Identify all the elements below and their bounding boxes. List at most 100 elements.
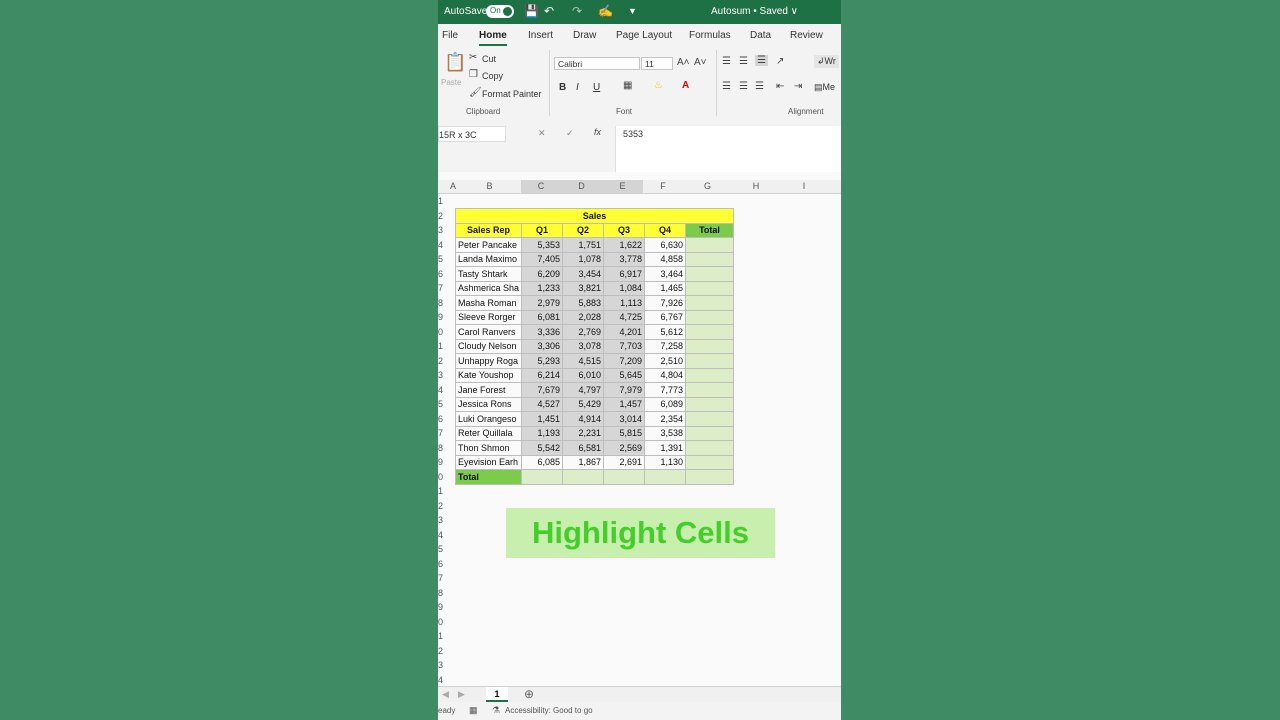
quarter-value-cell[interactable]: 5,542	[521, 440, 563, 456]
sales-rep-cell[interactable]: Sleeve Rorger	[455, 309, 522, 325]
quarter-value-cell[interactable]: 2,231	[562, 425, 604, 441]
row-header[interactable]: 4	[438, 383, 443, 398]
tab-formulas[interactable]: Formulas	[689, 30, 731, 41]
row-header[interactable]: 4	[438, 528, 443, 543]
sales-table[interactable]: Sales Sales Rep Q1 Q2 Q3 Q4 Total Peter …	[455, 208, 734, 485]
quarter-value-cell[interactable]: 2,510	[644, 353, 686, 369]
quarter-value-cell[interactable]: 7,258	[644, 338, 686, 354]
quarter-value-cell[interactable]: 3,336	[521, 324, 563, 340]
save-icon[interactable]: 💾	[524, 4, 539, 18]
quarter-value-cell[interactable]: 5,883	[562, 295, 604, 311]
column-header-f[interactable]: F	[643, 181, 683, 191]
customize-toolbar-icon[interactable]: ▼	[628, 6, 637, 16]
total-cell[interactable]	[685, 280, 734, 296]
add-sheet-icon[interactable]: ⊕	[524, 687, 534, 701]
total-cell[interactable]	[685, 295, 734, 311]
total-cell[interactable]	[685, 237, 734, 253]
align-bottom-icon[interactable]: ☰	[755, 55, 768, 66]
cut-button[interactable]: Cut	[482, 54, 496, 64]
column-header-d[interactable]: D	[561, 180, 602, 193]
quarter-value-cell[interactable]: 1,751	[562, 237, 604, 253]
total-cell[interactable]	[685, 382, 734, 398]
enter-icon[interactable]: ✓	[566, 128, 574, 139]
quarter-value-cell[interactable]: 1,622	[603, 237, 645, 253]
italic-button[interactable]: I	[576, 82, 579, 93]
total-cell[interactable]	[685, 338, 734, 354]
row-header[interactable]: 5	[438, 397, 443, 412]
quarter-value-cell[interactable]: 6,767	[644, 309, 686, 325]
quarter-value-cell[interactable]: 7,209	[603, 353, 645, 369]
increase-indent-icon[interactable]: ⇥	[794, 81, 802, 92]
quarter-value-cell[interactable]: 2,354	[644, 411, 686, 427]
sales-rep-cell[interactable]: Peter Pancake	[455, 237, 522, 253]
tab-insert[interactable]: Insert	[528, 30, 553, 41]
bold-button[interactable]: B	[559, 82, 566, 93]
quarter-value-cell[interactable]: 6,214	[521, 367, 563, 383]
quarter-value-cell[interactable]: 1,130	[644, 454, 686, 470]
quarter-value-cell[interactable]: 3,014	[603, 411, 645, 427]
total-cell[interactable]	[685, 440, 734, 456]
copy-icon[interactable]: ❐	[469, 69, 478, 80]
insert-function-icon[interactable]: fx	[594, 127, 601, 137]
column-header-b[interactable]: B	[458, 181, 521, 191]
row-header[interactable]: 1	[438, 194, 443, 209]
row-header[interactable]: 9	[438, 600, 443, 615]
header-q3[interactable]: Q3	[603, 222, 645, 238]
tab-page-layout[interactable]: Page Layout	[616, 30, 672, 41]
fill-color-icon[interactable]: ♨	[654, 80, 663, 91]
paste-label[interactable]: Paste	[441, 78, 461, 87]
row-header[interactable]: 9	[438, 455, 443, 470]
quarter-value-cell[interactable]: 5,429	[562, 396, 604, 412]
quarter-value-cell[interactable]: 6,010	[562, 367, 604, 383]
row-header[interactable]: 6	[438, 557, 443, 572]
copy-button[interactable]: Copy	[482, 71, 503, 81]
merge-center-button[interactable]: ▤Me	[814, 82, 835, 93]
quarter-value-cell[interactable]: 2,691	[603, 454, 645, 470]
column-header-c[interactable]: C	[521, 180, 561, 193]
quarter-value-cell[interactable]: 4,914	[562, 411, 604, 427]
underline-button[interactable]: U	[593, 82, 600, 93]
decrease-font-icon[interactable]: A˅	[694, 57, 707, 68]
quarter-value-cell[interactable]: 2,028	[562, 309, 604, 325]
quarter-value-cell[interactable]: 7,926	[644, 295, 686, 311]
quarter-value-cell[interactable]: 2,769	[562, 324, 604, 340]
row-header[interactable]: 1	[438, 484, 443, 499]
quarter-value-cell[interactable]: 6,917	[603, 266, 645, 282]
quarter-value-cell[interactable]: 1,457	[603, 396, 645, 412]
name-box[interactable]: 15R x 3C	[438, 126, 506, 142]
tab-review[interactable]: Review	[790, 30, 823, 41]
total-cell[interactable]	[685, 353, 734, 369]
total-cell[interactable]	[685, 324, 734, 340]
quarter-value-cell[interactable]: 7,773	[644, 382, 686, 398]
row-header[interactable]: 0	[438, 470, 443, 485]
sales-rep-cell[interactable]: Tasty Shtark	[455, 266, 522, 282]
sales-rep-cell[interactable]: Ashmerica Sha	[455, 280, 522, 296]
quarter-value-cell[interactable]: 3,078	[562, 338, 604, 354]
quarter-value-cell[interactable]: 2,569	[603, 440, 645, 456]
quarter-value-cell[interactable]: 6,081	[521, 309, 563, 325]
quarter-value-cell[interactable]: 4,725	[603, 309, 645, 325]
quarter-value-cell[interactable]: 5,815	[603, 425, 645, 441]
sales-rep-cell[interactable]: Landa Maximo	[455, 251, 522, 267]
row-header[interactable]: 2	[438, 354, 443, 369]
row-header[interactable]: 1	[438, 629, 443, 644]
row-header[interactable]: 0	[438, 325, 443, 340]
quarter-value-cell[interactable]: 1,451	[521, 411, 563, 427]
quarter-value-cell[interactable]: 6,581	[562, 440, 604, 456]
align-left-icon[interactable]: ☰	[722, 81, 731, 92]
sales-rep-cell[interactable]: Luki Orangeso	[455, 411, 522, 427]
quarter-value-cell[interactable]: 3,821	[562, 280, 604, 296]
quarter-value-cell[interactable]: 3,306	[521, 338, 563, 354]
total-cell[interactable]	[685, 367, 734, 383]
sales-rep-cell[interactable]: Carol Ranvers	[455, 324, 522, 340]
row-header[interactable]: 6	[438, 412, 443, 427]
cut-icon[interactable]: ✂	[469, 52, 477, 63]
row-header[interactable]: 4	[438, 673, 443, 688]
row-header[interactable]: 7	[438, 571, 443, 586]
quarter-value-cell[interactable]: 7,679	[521, 382, 563, 398]
sales-rep-cell[interactable]: Masha Roman	[455, 295, 522, 311]
total-cell[interactable]	[685, 251, 734, 267]
row-header[interactable]: 3	[438, 513, 443, 528]
sales-rep-cell[interactable]: Jessica Rons	[455, 396, 522, 412]
quarter-value-cell[interactable]: 2,979	[521, 295, 563, 311]
